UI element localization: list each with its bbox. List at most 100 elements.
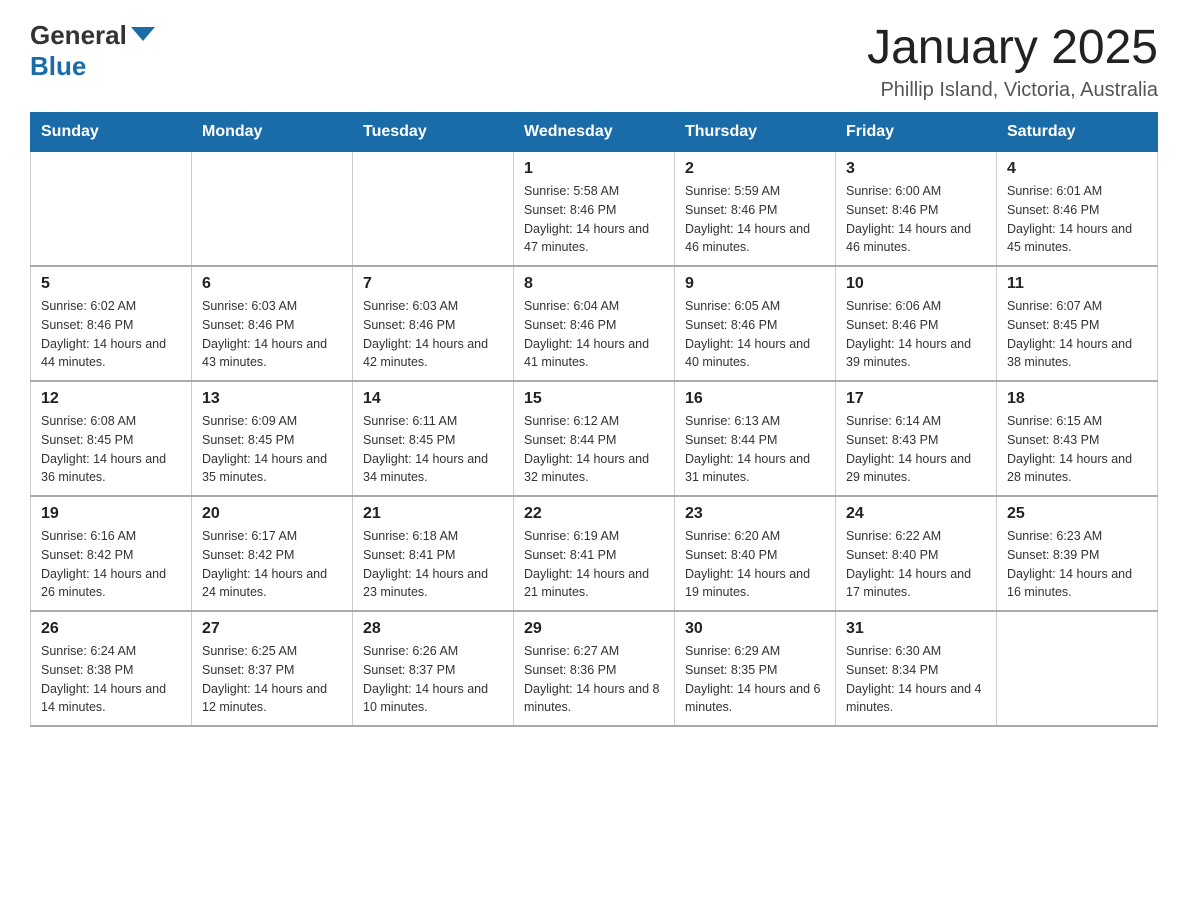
calendar-cell: 19 Sunrise: 6:16 AMSunset: 8:42 PMDayligh… — [31, 496, 192, 611]
day-info: Sunrise: 6:25 AMSunset: 8:37 PMDaylight:… — [202, 642, 342, 717]
day-number: 26 — [41, 620, 181, 638]
calendar-cell: 9Sunrise: 6:05 AMSunset: 8:46 PMDaylight… — [675, 266, 836, 381]
day-info: Sunrise: 6:06 AMSunset: 8:46 PMDaylight:… — [846, 297, 986, 372]
day-info: Sunrise: 6:16 AMSunset: 8:42 PMDaylight:… — [41, 527, 181, 602]
day-number: 18 — [1007, 390, 1147, 408]
calendar-table: SundayMondayTuesdayWednesdayThursdayFrid… — [30, 112, 1158, 727]
day-number: 25 — [1007, 505, 1147, 523]
day-info: Sunrise: 6:07 AMSunset: 8:45 PMDaylight:… — [1007, 297, 1147, 372]
day-info: Sunrise: 6:02 AMSunset: 8:46 PMDaylight:… — [41, 297, 181, 372]
calendar-cell: 20Sunrise: 6:17 AMSunset: 8:42 PMDayligh… — [192, 496, 353, 611]
calendar-cell: 29 Sunrise: 6:27 AMSunset: 8:36 PMDayligh… — [514, 611, 675, 726]
day-number: 28 — [363, 620, 503, 638]
day-info: Sunrise: 6:27 AMSunset: 8:36 PMDaylight:… — [524, 642, 664, 717]
day-number: 15 — [524, 390, 664, 408]
day-number: 23 — [685, 505, 825, 523]
title-block: January 2025 Phillip Island, Victoria, A… — [867, 20, 1158, 102]
column-header-sunday: Sunday — [31, 113, 192, 152]
calendar-cell: 18 Sunrise: 6:15 AMSunset: 8:43 PMDayligh… — [997, 381, 1158, 496]
day-number: 12 — [41, 390, 181, 408]
calendar-cell: 14 Sunrise: 6:11 AMSunset: 8:45 PMDayligh… — [353, 381, 514, 496]
day-number: 4 — [1007, 160, 1147, 178]
calendar-week-row: 5 Sunrise: 6:02 AMSunset: 8:46 PMDaylight… — [31, 266, 1158, 381]
day-number: 22 — [524, 505, 664, 523]
calendar-cell: 15 Sunrise: 6:12 AMSunset: 8:44 PMDayligh… — [514, 381, 675, 496]
day-number: 19 — [41, 505, 181, 523]
column-header-thursday: Thursday — [675, 113, 836, 152]
calendar-cell: 10Sunrise: 6:06 AMSunset: 8:46 PMDayligh… — [836, 266, 997, 381]
day-info: Sunrise: 6:18 AMSunset: 8:41 PMDaylight:… — [363, 527, 503, 602]
day-info: Sunrise: 6:00 AMSunset: 8:46 PMDaylight:… — [846, 182, 986, 257]
day-number: 9 — [685, 275, 825, 293]
calendar-cell: 26Sunrise: 6:24 AMSunset: 8:38 PMDayligh… — [31, 611, 192, 726]
calendar-cell: 27 Sunrise: 6:25 AMSunset: 8:37 PMDayligh… — [192, 611, 353, 726]
day-number: 2 — [685, 160, 825, 178]
day-number: 27 — [202, 620, 342, 638]
day-number: 16 — [685, 390, 825, 408]
day-info: Sunrise: 6:03 AMSunset: 8:46 PMDaylight:… — [363, 297, 503, 372]
calendar-cell: 25 Sunrise: 6:23 AMSunset: 8:39 PMDayligh… — [997, 496, 1158, 611]
day-info: Sunrise: 6:22 AMSunset: 8:40 PMDaylight:… — [846, 527, 986, 602]
location-subtitle: Phillip Island, Victoria, Australia — [867, 79, 1158, 102]
calendar-cell: 28 Sunrise: 6:26 AMSunset: 8:37 PMDayligh… — [353, 611, 514, 726]
calendar-cell: 13 Sunrise: 6:09 AMSunset: 8:45 PMDayligh… — [192, 381, 353, 496]
day-info: Sunrise: 5:58 AMSunset: 8:46 PMDaylight:… — [524, 182, 664, 257]
column-header-wednesday: Wednesday — [514, 113, 675, 152]
day-info: Sunrise: 6:09 AMSunset: 8:45 PMDaylight:… — [202, 412, 342, 487]
calendar-cell — [31, 152, 192, 267]
calendar-cell: 4Sunrise: 6:01 AMSunset: 8:46 PMDaylight… — [997, 152, 1158, 267]
calendar-week-row: 19 Sunrise: 6:16 AMSunset: 8:42 PMDayligh… — [31, 496, 1158, 611]
day-number: 29 — [524, 620, 664, 638]
logo-arrow-icon — [131, 27, 155, 41]
calendar-cell: 24Sunrise: 6:22 AMSunset: 8:40 PMDayligh… — [836, 496, 997, 611]
day-info: Sunrise: 6:23 AMSunset: 8:39 PMDaylight:… — [1007, 527, 1147, 602]
day-info: Sunrise: 5:59 AMSunset: 8:46 PMDaylight:… — [685, 182, 825, 257]
calendar-cell: 22Sunrise: 6:19 AMSunset: 8:41 PMDayligh… — [514, 496, 675, 611]
day-number: 13 — [202, 390, 342, 408]
calendar-cell: 6Sunrise: 6:03 AMSunset: 8:46 PMDaylight… — [192, 266, 353, 381]
day-info: Sunrise: 6:14 AMSunset: 8:43 PMDaylight:… — [846, 412, 986, 487]
day-number: 30 — [685, 620, 825, 638]
calendar-cell: 3Sunrise: 6:00 AMSunset: 8:46 PMDaylight… — [836, 152, 997, 267]
logo: General Blue — [30, 20, 155, 82]
day-info: Sunrise: 6:26 AMSunset: 8:37 PMDaylight:… — [363, 642, 503, 717]
calendar-cell: 31 Sunrise: 6:30 AMSunset: 8:34 PMDayligh… — [836, 611, 997, 726]
month-title: January 2025 — [867, 20, 1158, 75]
day-number: 7 — [363, 275, 503, 293]
calendar-cell: 17 Sunrise: 6:14 AMSunset: 8:43 PMDayligh… — [836, 381, 997, 496]
day-info: Sunrise: 6:30 AMSunset: 8:34 PMDaylight:… — [846, 642, 986, 717]
logo-blue-text: Blue — [30, 51, 86, 82]
calendar-cell: 16 Sunrise: 6:13 AMSunset: 8:44 PMDayligh… — [675, 381, 836, 496]
calendar-cell: 2 Sunrise: 5:59 AMSunset: 8:46 PMDaylight… — [675, 152, 836, 267]
calendar-cell: 23 Sunrise: 6:20 AMSunset: 8:40 PMDayligh… — [675, 496, 836, 611]
day-info: Sunrise: 6:15 AMSunset: 8:43 PMDaylight:… — [1007, 412, 1147, 487]
day-number: 20 — [202, 505, 342, 523]
day-info: Sunrise: 6:08 AMSunset: 8:45 PMDaylight:… — [41, 412, 181, 487]
calendar-cell: 5 Sunrise: 6:02 AMSunset: 8:46 PMDaylight… — [31, 266, 192, 381]
calendar-week-row: 12 Sunrise: 6:08 AMSunset: 8:45 PMDayligh… — [31, 381, 1158, 496]
logo-general-text: General — [30, 20, 127, 51]
column-header-friday: Friday — [836, 113, 997, 152]
calendar-cell — [353, 152, 514, 267]
day-info: Sunrise: 6:29 AMSunset: 8:35 PMDaylight:… — [685, 642, 825, 717]
day-info: Sunrise: 6:11 AMSunset: 8:45 PMDaylight:… — [363, 412, 503, 487]
calendar-week-row: 1 Sunrise: 5:58 AMSunset: 8:46 PMDaylight… — [31, 152, 1158, 267]
page-header: General Blue January 2025 Phillip Island… — [30, 20, 1158, 102]
day-info: Sunrise: 6:13 AMSunset: 8:44 PMDaylight:… — [685, 412, 825, 487]
day-number: 14 — [363, 390, 503, 408]
day-info: Sunrise: 6:20 AMSunset: 8:40 PMDaylight:… — [685, 527, 825, 602]
day-number: 11 — [1007, 275, 1147, 293]
day-info: Sunrise: 6:04 AMSunset: 8:46 PMDaylight:… — [524, 297, 664, 372]
calendar-cell: 21Sunrise: 6:18 AMSunset: 8:41 PMDayligh… — [353, 496, 514, 611]
day-number: 17 — [846, 390, 986, 408]
day-number: 5 — [41, 275, 181, 293]
column-header-saturday: Saturday — [997, 113, 1158, 152]
calendar-cell: 1 Sunrise: 5:58 AMSunset: 8:46 PMDaylight… — [514, 152, 675, 267]
day-number: 1 — [524, 160, 664, 178]
calendar-cell: 30 Sunrise: 6:29 AMSunset: 8:35 PMDayligh… — [675, 611, 836, 726]
day-number: 31 — [846, 620, 986, 638]
day-info: Sunrise: 6:12 AMSunset: 8:44 PMDaylight:… — [524, 412, 664, 487]
calendar-cell: 12 Sunrise: 6:08 AMSunset: 8:45 PMDayligh… — [31, 381, 192, 496]
day-number: 8 — [524, 275, 664, 293]
day-number: 6 — [202, 275, 342, 293]
